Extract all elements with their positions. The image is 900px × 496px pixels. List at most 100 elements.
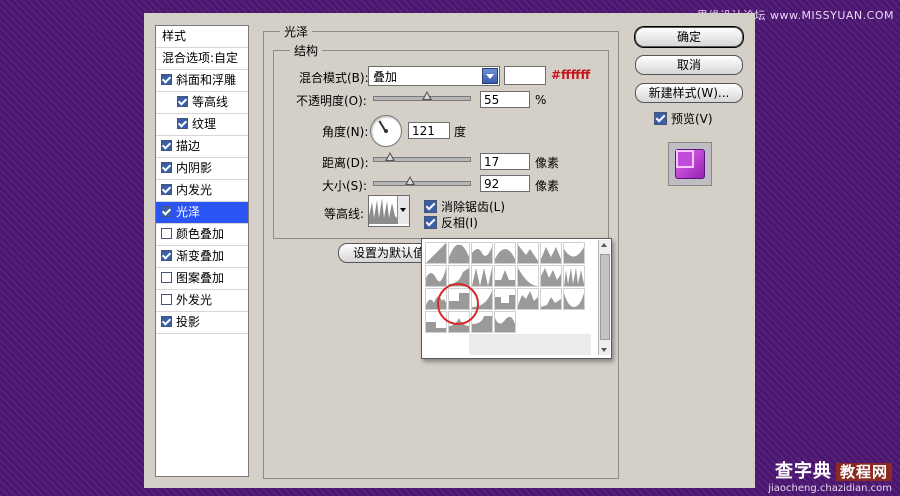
style-list-item-label: 渐变叠加 xyxy=(176,249,225,263)
style-checkbox[interactable] xyxy=(161,184,172,195)
color-hex-annotation: #ffffff xyxy=(551,68,591,82)
contour-preset-tile[interactable] xyxy=(425,265,447,287)
cancel-button[interactable]: 取消 xyxy=(635,55,743,75)
invert-checkbox[interactable] xyxy=(424,216,437,229)
anti-alias-checkbox[interactable] xyxy=(424,200,437,213)
style-list-header[interactable]: 样式 xyxy=(156,26,248,48)
contour-preset-tile[interactable] xyxy=(471,265,493,287)
contour-shape-icon xyxy=(541,297,561,309)
contour-shape-icon xyxy=(495,249,515,263)
invert-option[interactable]: 反相(I) xyxy=(424,214,478,231)
scroll-thumb[interactable] xyxy=(600,254,610,340)
style-list-item-label: 等高线 xyxy=(192,95,229,109)
contour-preset-tile[interactable] xyxy=(540,242,562,264)
opacity-unit: % xyxy=(535,93,547,107)
style-list-item[interactable]: 纹理 xyxy=(156,114,248,136)
style-checkbox[interactable] xyxy=(161,74,172,85)
style-list-item[interactable]: 内发光 xyxy=(156,180,248,202)
scroll-down-arrow-icon[interactable] xyxy=(599,345,610,355)
contour-shape-icon xyxy=(541,247,561,263)
style-checkbox[interactable] xyxy=(161,250,172,261)
style-list-item[interactable]: 图案叠加 xyxy=(156,268,248,290)
preview-inner-square xyxy=(676,150,694,168)
opacity-slider[interactable] xyxy=(373,91,471,101)
style-checkbox[interactable] xyxy=(161,140,172,151)
size-unit: 像素 xyxy=(535,179,560,193)
contour-preset-tile[interactable] xyxy=(563,288,585,310)
contour-preset-tile[interactable] xyxy=(517,288,539,310)
contour-preset-tile[interactable] xyxy=(540,265,562,287)
contour-shape-icon xyxy=(449,244,469,263)
style-checkbox[interactable] xyxy=(161,162,172,173)
style-list-item-label: 图案叠加 xyxy=(176,271,225,285)
style-list-item[interactable]: 渐变叠加 xyxy=(156,246,248,268)
contour-shape-icon xyxy=(518,291,538,309)
contour-shape-icon xyxy=(564,293,584,309)
contour-preset-tile[interactable] xyxy=(517,242,539,264)
contour-preset-tile[interactable] xyxy=(540,288,562,310)
angle-unit: 度 xyxy=(454,125,467,139)
size-input[interactable]: 92 xyxy=(480,175,530,192)
blend-mode-select[interactable]: 叠加 xyxy=(368,66,500,86)
contour-picker[interactable] xyxy=(368,195,410,227)
style-checkbox[interactable] xyxy=(161,316,172,327)
watermark-bottom-tag: 教程网 xyxy=(835,463,892,481)
distance-input[interactable]: 17 xyxy=(480,153,530,170)
style-list-item[interactable]: 投影 xyxy=(156,312,248,334)
contour-preset-tile[interactable] xyxy=(563,242,585,264)
opacity-input[interactable]: 55 xyxy=(480,91,530,108)
style-checkbox[interactable] xyxy=(161,272,172,283)
contour-popup-scrollbar[interactable] xyxy=(598,240,610,355)
chevron-down-icon[interactable] xyxy=(397,196,409,224)
contour-shape-icon xyxy=(564,247,584,263)
style-list-item[interactable]: 颜色叠加 xyxy=(156,224,248,246)
size-slider[interactable] xyxy=(373,176,471,186)
contour-preset-tile[interactable] xyxy=(494,288,516,310)
style-checkbox[interactable] xyxy=(161,206,172,217)
anti-alias-option[interactable]: 消除锯齿(L) xyxy=(424,198,505,215)
style-list-item-label: 内发光 xyxy=(176,183,213,197)
size-slider-thumb[interactable] xyxy=(404,176,415,185)
style-list-item[interactable]: 等高线 xyxy=(156,92,248,114)
angle-label: 角度(N): xyxy=(322,125,369,139)
contour-shape-icon xyxy=(564,268,584,286)
distance-slider-thumb[interactable] xyxy=(385,152,396,161)
contour-preset-tile[interactable] xyxy=(471,242,493,264)
contour-preset-tile[interactable] xyxy=(494,311,516,333)
distance-slider[interactable] xyxy=(373,152,471,162)
contour-preset-tile[interactable] xyxy=(494,242,516,264)
highlight-circle-annotation xyxy=(437,283,479,325)
ok-button[interactable]: 确定 xyxy=(635,27,743,47)
angle-dial[interactable] xyxy=(370,115,402,147)
style-list-item[interactable]: 内阴影 xyxy=(156,158,248,180)
angle-dial-center xyxy=(384,129,388,133)
contour-label: 等高线: xyxy=(324,207,365,221)
preview-option[interactable]: 预览(V) xyxy=(654,110,713,127)
style-checkbox[interactable] xyxy=(177,96,188,107)
structure-group-title: 结构 xyxy=(290,42,323,59)
satin-color-swatch[interactable] xyxy=(504,66,546,85)
style-checkbox[interactable] xyxy=(177,118,188,129)
angle-input[interactable]: 121 xyxy=(408,122,450,139)
style-list-item[interactable]: 斜面和浮雕 xyxy=(156,70,248,92)
style-list-item[interactable]: 光泽 xyxy=(156,202,248,224)
style-list-item[interactable]: 外发光 xyxy=(156,290,248,312)
style-checkbox[interactable] xyxy=(161,294,172,305)
contour-preset-tile[interactable] xyxy=(563,265,585,287)
contour-preset-tile[interactable] xyxy=(517,265,539,287)
blend-options-item[interactable]: 混合选项:自定 xyxy=(156,48,248,70)
chevron-down-icon[interactable] xyxy=(482,68,498,84)
style-list-item-label: 斜面和浮雕 xyxy=(176,73,237,87)
size-label: 大小(S): xyxy=(322,179,368,193)
new-style-button[interactable]: 新建样式(W)... xyxy=(635,83,743,103)
contour-preset-tile[interactable] xyxy=(425,242,447,264)
style-checkbox[interactable] xyxy=(161,228,172,239)
style-list-item[interactable]: 描边 xyxy=(156,136,248,158)
opacity-slider-thumb[interactable] xyxy=(421,91,432,100)
contour-preset-tile[interactable] xyxy=(494,265,516,287)
watermark-bottom: 查字典 教程网 jiaocheng.chazidian.com xyxy=(768,457,892,494)
scroll-up-arrow-icon[interactable] xyxy=(599,240,610,250)
invert-label: 反相(I) xyxy=(441,216,478,230)
contour-preset-tile[interactable] xyxy=(448,242,470,264)
preview-checkbox[interactable] xyxy=(654,112,667,125)
